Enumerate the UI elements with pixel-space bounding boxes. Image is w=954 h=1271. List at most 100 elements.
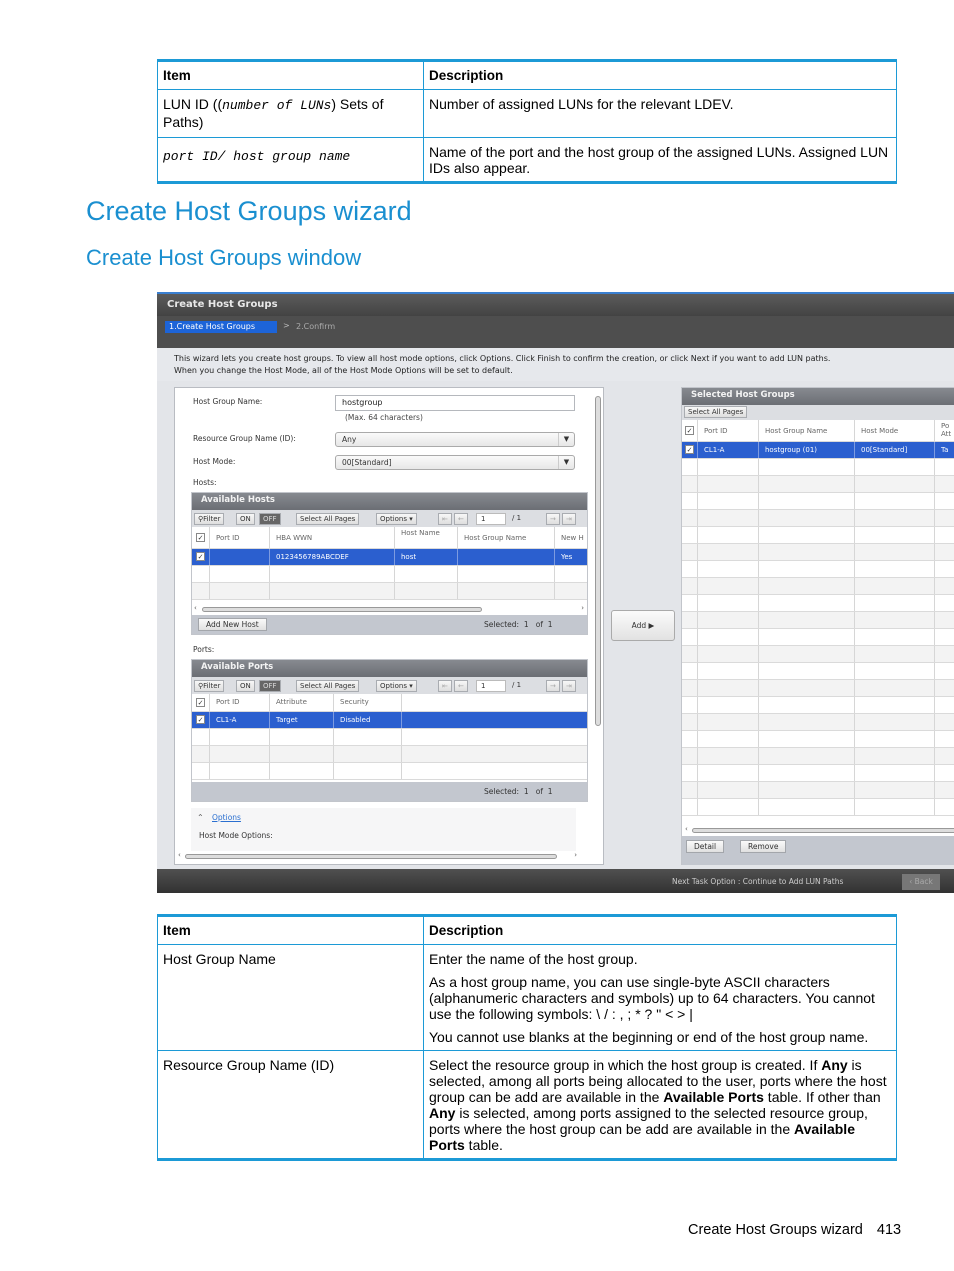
- prev-page-icon[interactable]: ←: [454, 513, 468, 525]
- col-host-group-name[interactable]: Host Group Name: [759, 420, 855, 441]
- back-button[interactable]: ‹ Back: [902, 874, 940, 890]
- col-attribute[interactable]: Attribute: [270, 694, 334, 711]
- scroll-left-icon[interactable]: ‹: [685, 825, 688, 833]
- table-row[interactable]: ✓ 0123456789ABCDEF host Yes: [192, 549, 595, 566]
- empty-cell: [935, 561, 954, 577]
- empty-cell: [682, 578, 698, 594]
- empty-row: [682, 765, 954, 782]
- empty-row: [682, 646, 954, 663]
- empty-cell: [855, 527, 935, 543]
- step-create-host-groups[interactable]: 1.Create Host Groups: [165, 321, 277, 333]
- resource-group-select[interactable]: Any ▼: [335, 432, 575, 447]
- ui-term: Any: [821, 1057, 848, 1073]
- empty-cell: [935, 527, 954, 543]
- step-confirm[interactable]: 2.Confirm: [296, 322, 335, 331]
- empty-cell: [935, 646, 954, 662]
- empty-cell: [935, 680, 954, 696]
- hosts-horizontal-scrollbar[interactable]: ‹ ›: [192, 604, 587, 614]
- col-port-attribute[interactable]: Po Att: [935, 420, 954, 441]
- empty-row: [192, 566, 587, 583]
- grid-header-row: ✓ Port ID HBA WWN Host Name Host Group N…: [192, 527, 595, 549]
- col-port-id[interactable]: Port ID: [698, 420, 759, 441]
- filter-button[interactable]: ⚲Filter: [194, 680, 225, 692]
- empty-cell: [935, 765, 954, 781]
- row-checkbox[interactable]: ✓: [192, 712, 210, 728]
- row-checkbox[interactable]: ✓: [682, 442, 698, 458]
- col-port-id[interactable]: Port ID: [210, 527, 270, 548]
- page-number-input[interactable]: 1: [476, 513, 506, 525]
- filter-button[interactable]: ⚲Filter: [194, 513, 225, 525]
- table-row: LUN ID ((number of LUNs) Sets of Paths) …: [157, 89, 897, 138]
- host-group-name-input[interactable]: hostgroup: [335, 395, 575, 411]
- detail-button[interactable]: Detail: [686, 840, 725, 853]
- empty-cell: [759, 714, 855, 730]
- select-all-checkbox[interactable]: ✓: [192, 694, 210, 711]
- first-page-icon[interactable]: ⇤: [438, 513, 452, 525]
- scroll-left-icon[interactable]: ‹: [194, 604, 197, 612]
- table-header-row: Item Description: [157, 915, 897, 945]
- table-row: Host Group Name Enter the name of the ho…: [157, 944, 897, 1051]
- empty-cell: [682, 476, 698, 492]
- empty-cell: [192, 729, 210, 745]
- empty-cell: [759, 731, 855, 747]
- field-description-table: Item Description Host Group Name Enter t…: [157, 914, 897, 1161]
- col-new-host[interactable]: New H: [555, 527, 595, 548]
- options-link[interactable]: Options: [212, 813, 241, 822]
- last-page-icon[interactable]: ⇥: [562, 513, 576, 525]
- options-menu-button[interactable]: Options ▾: [376, 680, 417, 692]
- row-checkbox[interactable]: ✓: [192, 549, 210, 565]
- ui-term: Available Ports: [663, 1089, 764, 1105]
- col-hba-wwn[interactable]: HBA WWN: [270, 527, 395, 548]
- filter-off-toggle[interactable]: OFF: [259, 513, 281, 525]
- selected-host-groups-title: Selected Host Groups: [682, 388, 954, 405]
- next-task-option[interactable]: Next Task Option : Continue to Add LUN P…: [672, 877, 843, 886]
- select-all-checkbox[interactable]: ✓: [192, 527, 210, 548]
- empty-cell: [935, 595, 954, 611]
- filter-on-toggle[interactable]: ON: [236, 680, 255, 692]
- empty-cell: [855, 714, 935, 730]
- scroll-thumb[interactable]: [692, 828, 954, 833]
- next-page-icon[interactable]: →: [546, 513, 560, 525]
- prev-page-icon[interactable]: ←: [454, 680, 468, 692]
- scroll-right-icon[interactable]: ›: [574, 851, 577, 859]
- form-horizontal-scrollbar[interactable]: ‹ ›: [175, 851, 603, 861]
- col-host-group-name[interactable]: Host Group Name: [458, 527, 555, 548]
- select-all-pages-button[interactable]: Select All Pages: [296, 513, 360, 525]
- next-page-icon[interactable]: →: [546, 680, 560, 692]
- empty-row: [682, 578, 954, 595]
- scroll-thumb[interactable]: [185, 854, 557, 859]
- table-row[interactable]: ✓ CL1-A hostgroup (01) 00[Standard] Ta: [682, 442, 954, 459]
- select-all-pages-button[interactable]: Select All Pages: [296, 680, 360, 692]
- first-page-icon[interactable]: ⇤: [438, 680, 452, 692]
- empty-row: [682, 697, 954, 714]
- col-host-mode[interactable]: Host Mode: [855, 420, 935, 441]
- table-row[interactable]: ✓ CL1-A Target Disabled: [192, 712, 587, 729]
- scroll-thumb[interactable]: [202, 607, 482, 612]
- empty-cell: [682, 510, 698, 526]
- select-all-pages-button[interactable]: Select All Pages: [684, 406, 748, 418]
- host-mode-select[interactable]: 00[Standard] ▼: [335, 455, 575, 470]
- form-vertical-scrollbar[interactable]: [593, 388, 603, 850]
- last-page-icon[interactable]: ⇥: [562, 680, 576, 692]
- scroll-thumb[interactable]: [595, 396, 601, 726]
- empty-cell: [682, 493, 698, 509]
- cell-port-id: CL1-A: [698, 442, 759, 458]
- filter-on-toggle[interactable]: ON: [236, 513, 255, 525]
- empty-cell: [935, 799, 954, 815]
- select-all-checkbox[interactable]: ✓: [682, 420, 698, 441]
- col-host-name[interactable]: Host Name: [395, 527, 458, 548]
- empty-cell: [698, 680, 759, 696]
- add-new-host-button[interactable]: Add New Host: [198, 618, 267, 631]
- options-menu-button[interactable]: Options ▾: [376, 513, 417, 525]
- remove-button[interactable]: Remove: [740, 840, 787, 853]
- cell-host-mode: 00[Standard]: [855, 442, 935, 458]
- collapse-icon[interactable]: ⌃: [197, 813, 204, 822]
- col-port-id[interactable]: Port ID: [210, 694, 270, 711]
- page-number-input[interactable]: 1: [476, 680, 506, 692]
- add-button[interactable]: Add ▶: [611, 610, 675, 641]
- col-security[interactable]: Security: [334, 694, 402, 711]
- scroll-left-icon[interactable]: ‹: [178, 851, 181, 859]
- filter-off-toggle[interactable]: OFF: [259, 680, 281, 692]
- selected-horizontal-scrollbar[interactable]: ‹: [682, 825, 954, 835]
- scroll-right-icon[interactable]: ›: [581, 604, 584, 612]
